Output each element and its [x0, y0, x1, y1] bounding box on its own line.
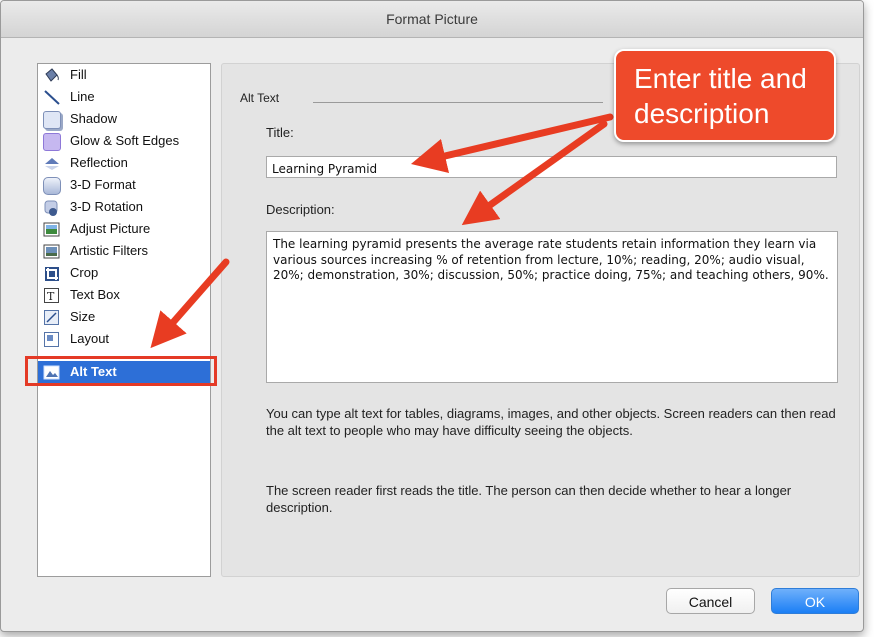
callout-line-2: description — [634, 98, 770, 129]
callout-line-1: Enter title and — [634, 63, 807, 94]
arrow-to-alt-text-item — [150, 258, 230, 349]
arrow-to-description-field — [461, 120, 608, 226]
annotation-callout: Enter title and description — [614, 49, 836, 142]
